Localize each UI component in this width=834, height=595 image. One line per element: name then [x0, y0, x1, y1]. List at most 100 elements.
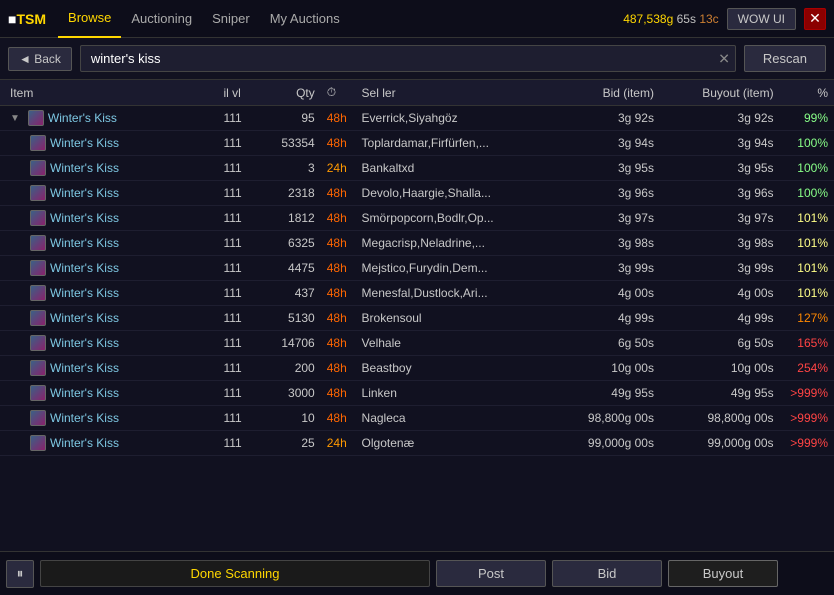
- item-icon: [30, 310, 46, 326]
- play-pause-button[interactable]: ⏸: [6, 560, 34, 588]
- search-bar: ◄ Back ✕ Rescan: [0, 38, 834, 80]
- item-icon: [30, 360, 46, 376]
- col-qty[interactable]: Qty: [261, 80, 321, 106]
- col-bid[interactable]: Bid (item): [540, 80, 660, 106]
- item-cell: Winter's Kiss: [0, 281, 217, 306]
- time-cell: 48h: [321, 131, 356, 156]
- status-bar: Done Scanning: [40, 560, 430, 587]
- seller-cell: Velhale: [356, 331, 541, 356]
- buyout-cell: 3g 98s: [660, 231, 780, 256]
- bid-cell: 99,000g 00s: [540, 431, 660, 456]
- qty-cell: 14706: [261, 331, 321, 356]
- expand-icon[interactable]: ▼: [10, 113, 20, 124]
- bid-cell: 3g 95s: [540, 156, 660, 181]
- qty-cell: 3000: [261, 381, 321, 406]
- table-row[interactable]: Winter's Kiss 111 25 24h Olgotenæ 99,000…: [0, 431, 834, 456]
- buyout-cell: 3g 92s: [660, 106, 780, 131]
- ilvl-cell: 111: [217, 156, 260, 181]
- item-icon: [30, 335, 46, 351]
- nav-browse[interactable]: Browse: [58, 0, 121, 38]
- item-cell: ▼ Winter's Kiss: [0, 106, 217, 131]
- time-cell: 48h: [321, 356, 356, 381]
- ilvl-cell: 111: [217, 231, 260, 256]
- bid-button[interactable]: Bid: [552, 560, 662, 587]
- ilvl-cell: 111: [217, 406, 260, 431]
- item-cell: Winter's Kiss: [0, 131, 217, 156]
- qty-cell: 2318: [261, 181, 321, 206]
- table-row[interactable]: Winter's Kiss 111 2318 48h Devolo,Haargi…: [0, 181, 834, 206]
- table-row[interactable]: Winter's Kiss 111 10 48h Nagleca 98,800g…: [0, 406, 834, 431]
- buyout-cell: 3g 96s: [660, 181, 780, 206]
- item-name: Winter's Kiss: [50, 361, 119, 375]
- time-cell: 24h: [321, 156, 356, 181]
- bid-cell: 3g 97s: [540, 206, 660, 231]
- table-row[interactable]: Winter's Kiss 111 1812 48h Smörpopcorn,B…: [0, 206, 834, 231]
- table-row[interactable]: Winter's Kiss 111 4475 48h Mejstico,Fury…: [0, 256, 834, 281]
- buyout-cell: 3g 94s: [660, 131, 780, 156]
- bid-cell: 98,800g 00s: [540, 406, 660, 431]
- search-input[interactable]: [80, 45, 736, 72]
- item-cell: Winter's Kiss: [0, 331, 217, 356]
- item-icon: [30, 435, 46, 451]
- col-pct[interactable]: %: [780, 80, 834, 106]
- pct-cell: 101%: [780, 281, 834, 306]
- time-cell: 48h: [321, 206, 356, 231]
- pct-cell: >999%: [780, 406, 834, 431]
- col-item[interactable]: Item: [0, 80, 217, 106]
- item-cell: Winter's Kiss: [0, 256, 217, 281]
- table-row[interactable]: Winter's Kiss 111 200 48h Beastboy 10g 0…: [0, 356, 834, 381]
- seller-cell: Menesfal,Dustlock,Ari...: [356, 281, 541, 306]
- time-cell: 48h: [321, 181, 356, 206]
- item-name: Winter's Kiss: [50, 136, 119, 150]
- table-row[interactable]: Winter's Kiss 111 3 24h Bankaltxd 3g 95s…: [0, 156, 834, 181]
- col-time[interactable]: ⏱: [321, 80, 356, 106]
- col-buyout[interactable]: Buyout (item): [660, 80, 780, 106]
- item-cell: Winter's Kiss: [0, 306, 217, 331]
- search-clear-icon[interactable]: ✕: [718, 50, 730, 67]
- table-row[interactable]: Winter's Kiss 111 6325 48h Megacrisp,Nel…: [0, 231, 834, 256]
- wow-ui-button[interactable]: WOW UI: [727, 8, 796, 30]
- item-name: Winter's Kiss: [50, 411, 119, 425]
- item-icon: [30, 185, 46, 201]
- table-row[interactable]: Winter's Kiss 111 14706 48h Velhale 6g 5…: [0, 331, 834, 356]
- bid-cell: 10g 00s: [540, 356, 660, 381]
- item-name: Winter's Kiss: [50, 186, 119, 200]
- post-button[interactable]: Post: [436, 560, 546, 587]
- table-row[interactable]: Winter's Kiss 111 53354 48h Toplardamar,…: [0, 131, 834, 156]
- buyout-button[interactable]: Buyout: [668, 560, 778, 587]
- seller-cell: Bankaltxd: [356, 156, 541, 181]
- item-icon: [28, 110, 44, 126]
- ilvl-cell: 111: [217, 306, 260, 331]
- table-row[interactable]: Winter's Kiss 111 437 48h Menesfal,Dustl…: [0, 281, 834, 306]
- time-cell: 48h: [321, 406, 356, 431]
- item-icon: [30, 235, 46, 251]
- pct-cell: 99%: [780, 106, 834, 131]
- nav-my-auctions[interactable]: My Auctions: [260, 0, 350, 38]
- qty-cell: 437: [261, 281, 321, 306]
- item-cell: Winter's Kiss: [0, 431, 217, 456]
- buyout-cell: 10g 00s: [660, 356, 780, 381]
- nav-sniper[interactable]: Sniper: [202, 0, 260, 38]
- table-row[interactable]: Winter's Kiss 111 5130 48h Brokensoul 4g…: [0, 306, 834, 331]
- seller-cell: Devolo,Haargie,Shalla...: [356, 181, 541, 206]
- table-row[interactable]: Winter's Kiss 111 3000 48h Linken 49g 95…: [0, 381, 834, 406]
- qty-cell: 95: [261, 106, 321, 131]
- time-cell: 48h: [321, 231, 356, 256]
- ilvl-cell: 111: [217, 356, 260, 381]
- seller-cell: Brokensoul: [356, 306, 541, 331]
- ilvl-cell: 111: [217, 331, 260, 356]
- rescan-button[interactable]: Rescan: [744, 45, 826, 72]
- col-seller[interactable]: Sel ler: [356, 80, 541, 106]
- top-nav: ■TSM Browse Auctioning Sniper My Auction…: [0, 0, 834, 38]
- nav-auctioning[interactable]: Auctioning: [121, 0, 202, 38]
- seller-cell: Olgotenæ: [356, 431, 541, 456]
- pct-cell: 127%: [780, 306, 834, 331]
- qty-cell: 3: [261, 156, 321, 181]
- back-button[interactable]: ◄ Back: [8, 47, 72, 71]
- ilvl-cell: 111: [217, 181, 260, 206]
- item-name: Winter's Kiss: [50, 286, 119, 300]
- table-row[interactable]: ▼ Winter's Kiss 111 95 48h Everrick,Siya…: [0, 106, 834, 131]
- ilvl-cell: 111: [217, 256, 260, 281]
- close-button[interactable]: ✕: [804, 8, 826, 30]
- col-ilvl[interactable]: il vl: [217, 80, 260, 106]
